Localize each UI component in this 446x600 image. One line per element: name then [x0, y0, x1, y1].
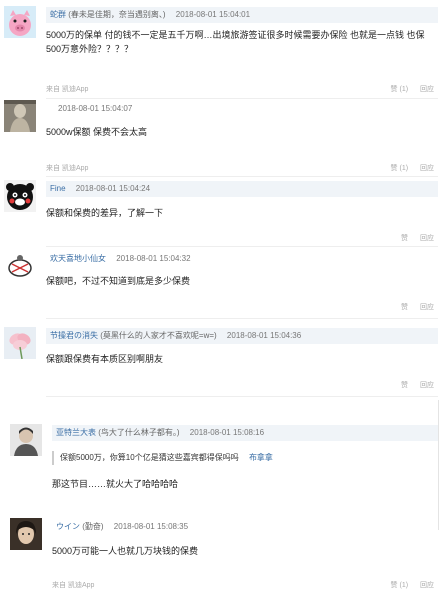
- pig-avatar-icon: [4, 6, 36, 38]
- comment-time: 2018-08-01 15:04:36: [226, 331, 302, 340]
- comment-meta: 亚特兰大表 (鸟大了什么林子都有。) 2018-08-01 15:08:16: [52, 425, 438, 441]
- username-link[interactable]: Fine: [50, 184, 66, 193]
- like-button[interactable]: 赞: [401, 304, 408, 311]
- comment-footer: 赞 回应: [46, 233, 434, 245]
- comment-text: 保额和保费的差异，了解一下: [46, 208, 164, 218]
- username-link[interactable]: ウイン: [56, 522, 80, 531]
- comment-text: 保额吧，不过不知道到底是多少保费: [46, 276, 191, 286]
- source-label: 来自 凯迪App: [52, 582, 95, 589]
- comment-text: 5000万的保单 付的钱不一定是五千万啊…出境旅游签证很多时候需要办保险 也就是…: [46, 30, 425, 54]
- divider: [46, 396, 438, 397]
- photo-avatar-icon: [10, 518, 42, 550]
- comment-time: 2018-08-01 15:04:07: [58, 104, 133, 113]
- comment-time: 2018-08-01 15:08:35: [113, 522, 189, 531]
- divider: [46, 246, 438, 247]
- comment-text: 保额跟保费有本质区别啊朋友: [46, 354, 164, 364]
- avatar[interactable]: [4, 180, 36, 212]
- username-link[interactable]: 亚特兰大表: [56, 428, 96, 437]
- divider: [46, 176, 438, 177]
- username-link[interactable]: 蛇群: [50, 10, 66, 19]
- statue-avatar-icon: [4, 100, 36, 132]
- comment-time: 2018-08-01 15:04:32: [116, 254, 191, 263]
- like-button[interactable]: 赞: [401, 235, 408, 242]
- comment-text: 那这节目……就火大了哈哈哈哈: [52, 479, 179, 489]
- username-link[interactable]: 节操君の消失: [50, 331, 98, 340]
- avatar[interactable]: [10, 518, 42, 550]
- source-label: 来自 凯迪App: [46, 165, 89, 172]
- comment-text: 5000w保额 保费不会太高: [46, 127, 148, 137]
- reply-button[interactable]: 回应: [420, 86, 434, 93]
- quoted-comment: 保额5000万，你算10个亿是猜这些嘉宾都得保吗吗 布拿拿: [52, 451, 434, 465]
- source-label: 来自 凯迪App: [46, 86, 89, 93]
- like-button[interactable]: 赞 (1): [391, 86, 409, 93]
- comment-footer: 赞 回应: [46, 380, 434, 392]
- comment-time: 2018-08-01 15:04:01: [175, 10, 251, 19]
- portrait-avatar-icon: [10, 424, 42, 456]
- user-signature: (春未是佳期，奈当遇别离、): [68, 10, 166, 19]
- comment-footer: 来自 凯迪App 赞 (1) 回应: [46, 84, 434, 96]
- quote-text: 保额5000万，你算10个亿是猜这些嘉宾都得保吗吗: [60, 453, 239, 462]
- reply-button[interactable]: 回应: [420, 304, 434, 311]
- doodle-avatar-icon: [4, 250, 36, 282]
- comment-meta: Fine 2018-08-01 15:04:24: [46, 181, 438, 197]
- comment-time: 2018-08-01 15:04:24: [75, 184, 151, 193]
- avatar[interactable]: [10, 424, 42, 456]
- avatar[interactable]: [4, 327, 36, 359]
- comment-meta: 节操君の消失 (莫黑什么的人家才不喜欢呢=w=) 2018-08-01 15:0…: [46, 328, 438, 344]
- comment-meta: 蛇群 (春未是佳期，奈当遇别离、) 2018-08-01 15:04:01: [46, 7, 438, 23]
- user-signature: (鸟大了什么林子都有。): [98, 428, 180, 437]
- user-signature: (莫黑什么的人家才不喜欢呢=w=): [100, 331, 217, 340]
- reply-button[interactable]: 回应: [420, 235, 434, 242]
- like-button[interactable]: 赞: [401, 382, 408, 389]
- reply-button[interactable]: 回应: [420, 165, 434, 172]
- comment-time: 2018-08-01 15:08:16: [189, 428, 265, 437]
- like-button[interactable]: 赞 (1): [391, 165, 409, 172]
- comment-meta: ウイン (勤奋) 2018-08-01 15:08:35: [52, 519, 438, 535]
- avatar[interactable]: [4, 6, 36, 38]
- comment-meta: 欢天喜地小仙女 2018-08-01 15:04:32: [46, 251, 438, 267]
- thread-line: [438, 400, 439, 530]
- like-button[interactable]: 赞 (1): [391, 582, 409, 589]
- avatar[interactable]: [4, 250, 36, 282]
- username-link[interactable]: 欢天喜地小仙女: [50, 254, 106, 263]
- kumamon-avatar-icon: [4, 180, 36, 212]
- reply-button[interactable]: 回应: [420, 582, 434, 589]
- reply-button[interactable]: 回应: [420, 382, 434, 389]
- flower-avatar-icon: [4, 327, 36, 359]
- divider: [46, 98, 438, 99]
- quote-author-link[interactable]: 布拿拿: [249, 453, 273, 462]
- avatar[interactable]: [4, 100, 36, 132]
- comment-footer: 来自 凯迪App 赞 (1) 回应: [52, 580, 434, 592]
- comment-footer: 赞 回应: [46, 302, 434, 314]
- user-signature: (勤奋): [82, 522, 104, 531]
- comment-footer: 来自 凯迪App 赞 (1) 回应: [46, 163, 434, 175]
- divider: [46, 318, 438, 319]
- comment-meta: 2018-08-01 15:04:07: [46, 101, 438, 117]
- comment-text: 5000万可能一人也就几万块钱的保费: [52, 546, 199, 556]
